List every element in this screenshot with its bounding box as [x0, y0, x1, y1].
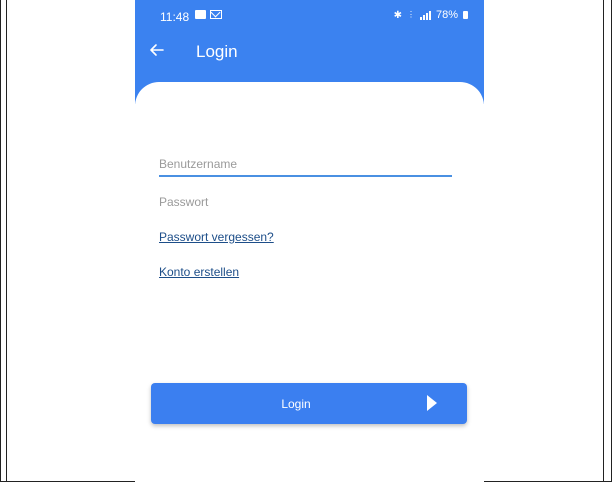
status-notification-icons — [195, 10, 222, 19]
play-arrow-icon — [427, 395, 437, 411]
page-title: Login — [196, 42, 238, 61]
battery-icon — [463, 11, 468, 19]
back-arrow-icon[interactable] — [149, 42, 165, 58]
frame-border-left — [6, 0, 7, 482]
forgot-password-link[interactable]: Passwort vergessen? — [159, 230, 274, 244]
signal-icon — [419, 10, 431, 20]
image-icon — [195, 10, 206, 19]
frame-border-right — [603, 0, 604, 482]
password-input[interactable] — [159, 191, 452, 213]
login-button[interactable]: Login — [151, 383, 467, 424]
create-account-link[interactable]: Konto erstellen — [159, 265, 239, 279]
status-time: 11:48 — [160, 10, 190, 24]
bluetooth-icon: ✱ — [393, 9, 402, 21]
status-system-icons: ✱ ⋮ 78% — [394, 9, 468, 21]
username-input[interactable] — [159, 153, 452, 177]
network-icon: ⋮ — [406, 10, 415, 19]
phone-screen: 11:48 ✱ ⋮ 78% Login Passwort vergessen? … — [135, 0, 484, 482]
mail-icon — [210, 10, 222, 19]
battery-percent: 78% — [435, 9, 458, 21]
login-button-label: Login — [281, 397, 311, 411]
